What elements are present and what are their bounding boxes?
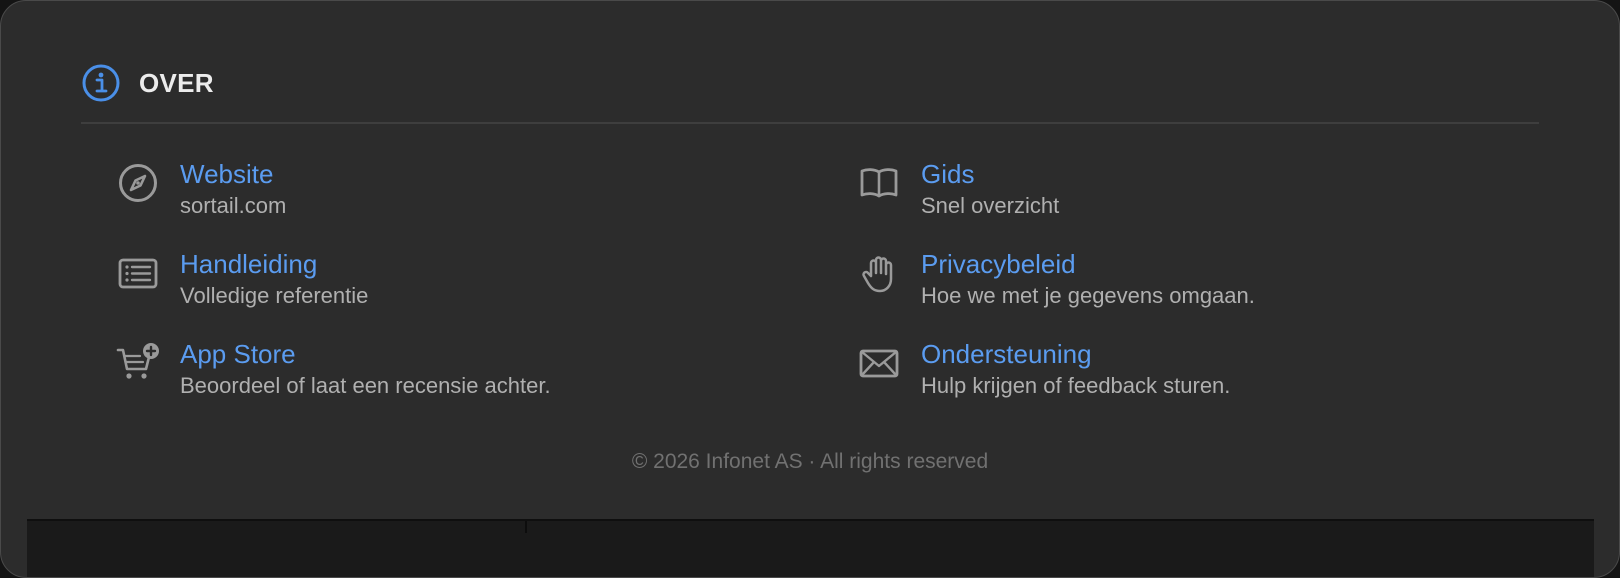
link-label[interactable]: Privacybeleid <box>921 247 1255 281</box>
links-grid: Website sortail.com Gids Snel overzicht <box>116 157 1526 427</box>
book-icon <box>857 161 901 205</box>
cart-plus-icon <box>116 341 160 385</box>
link-label[interactable]: Ondersteuning <box>921 337 1230 371</box>
divider <box>81 122 1539 124</box>
copyright-footer: © 2026 Infonet AS · All rights reserved <box>631 450 989 473</box>
section-title: OVER <box>139 67 214 98</box>
link-manual[interactable]: Handleiding Volledige referentie <box>116 247 857 337</box>
link-guide[interactable]: Gids Snel overzicht <box>857 157 1526 247</box>
link-subtitle: sortail.com <box>180 193 287 218</box>
link-label[interactable]: Website <box>180 157 286 191</box>
link-label[interactable]: Gids <box>921 157 1059 191</box>
link-privacy[interactable]: Privacybeleid Hoe we met je gegevens omg… <box>857 247 1526 337</box>
link-subtitle: Hoe we met je gegevens omgaan. <box>921 283 1255 308</box>
link-label[interactable]: Handleiding <box>180 247 368 281</box>
list-document-icon <box>116 251 160 295</box>
compass-icon <box>116 161 160 205</box>
link-subtitle: Volledige referentie <box>180 283 369 308</box>
link-subtitle: Snel overzicht <box>921 193 1060 218</box>
link-website[interactable]: Website sortail.com <box>116 157 857 247</box>
about-window: OVER Website sortail.com Gids Snel overz… <box>0 0 1620 578</box>
section-header: OVER <box>81 63 214 103</box>
bottom-panel <box>27 519 1594 577</box>
hand-icon <box>857 251 901 295</box>
link-label[interactable]: App Store <box>180 337 551 371</box>
link-app-store[interactable]: App Store Beoordeel of laat een recensie… <box>116 337 857 427</box>
link-support[interactable]: Ondersteuning Hulp krijgen of feedback s… <box>857 337 1526 427</box>
envelope-icon <box>857 341 901 385</box>
link-subtitle: Hulp krijgen of feedback sturen. <box>921 373 1231 398</box>
divider <box>525 521 527 533</box>
info-circle-icon <box>81 63 121 103</box>
link-subtitle: Beoordeel of laat een recensie achter. <box>180 373 551 398</box>
